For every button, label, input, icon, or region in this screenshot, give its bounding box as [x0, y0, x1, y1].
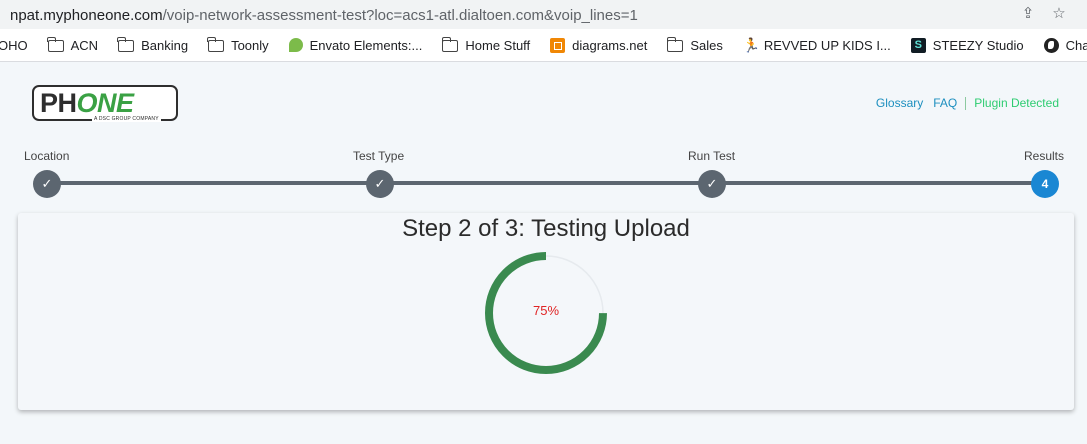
folder-icon: [441, 37, 459, 52]
phone-logo[interactable]: PHONE A DSC GROUP COMPANY: [32, 85, 178, 122]
glossary-link[interactable]: Glossary: [876, 96, 923, 110]
bookmark-acn[interactable]: ACN: [47, 37, 99, 53]
star-icon[interactable]: ☆: [1050, 5, 1068, 23]
bookmark-charitynet[interactable]: CharityNet US: [1043, 37, 1087, 53]
step-dot-test-type[interactable]: ✓: [366, 170, 394, 198]
test-step-title: Step 2 of 3: Testing Upload: [402, 215, 690, 242]
logo-wordmark: PHONE: [40, 88, 134, 118]
bookmark-label: Home Stuff: [465, 37, 531, 53]
bookmark-label: diagrams.net: [572, 37, 648, 53]
header-links: Glossary FAQ Plugin Detected: [866, 96, 1059, 110]
step-label-run-test: Run Test: [688, 149, 736, 163]
folder-icon: [207, 37, 225, 52]
folder-icon: [666, 37, 684, 52]
step-dot-location[interactable]: ✓: [33, 170, 61, 198]
test-progress-card: Step 2 of 3: Testing Upload 75%: [18, 213, 1074, 410]
url-path: /voip-network-assessment-test?loc=acs1-a…: [162, 7, 638, 24]
check-icon: ✓: [374, 176, 386, 191]
step-number: 4: [1041, 177, 1049, 191]
diagrams-icon: [550, 37, 566, 53]
url-host: npat.myphoneone.com: [10, 7, 163, 24]
check-icon: ✓: [706, 176, 718, 191]
folder-icon: [117, 37, 135, 52]
logo-ph: PH: [40, 88, 77, 118]
bookmarks-bar: OHO ACN Banking Toonly Envato Elements:.…: [0, 29, 1087, 62]
bookmark-label: REVVED UP KIDS I...: [763, 37, 891, 53]
bookmark-label: Sales: [690, 37, 723, 53]
page-content: PHONE A DSC GROUP COMPANY Glossary FAQ P…: [0, 63, 1087, 444]
bookmark-envato[interactable]: Envato Elements:...: [288, 37, 423, 53]
link-divider: [965, 96, 967, 110]
bookmark-diagrams[interactable]: diagrams.net: [550, 37, 648, 53]
step-dot-run-test[interactable]: ✓: [698, 170, 726, 198]
share-icon[interactable]: ⇪: [1019, 5, 1037, 23]
logo-one: ONE: [76, 88, 135, 118]
bookmark-home-stuff[interactable]: Home Stuff: [441, 37, 531, 53]
bookmark-banking[interactable]: Banking: [117, 37, 189, 53]
bookmark-revved-up-kids[interactable]: 🏃 REVVED UP KIDS I...: [743, 37, 891, 53]
bookmark-steezy[interactable]: S STEEZY Studio: [910, 37, 1024, 53]
step-label-results: Results: [1024, 149, 1065, 163]
runner-icon: 🏃: [742, 37, 761, 53]
check-icon: ✓: [41, 176, 53, 191]
step-label-test-type: Test Type: [353, 149, 405, 163]
bookmark-label: OHO: [0, 37, 28, 53]
logo-tagline: A DSC GROUP COMPANY: [92, 116, 161, 122]
plugin-status: Plugin Detected: [974, 96, 1059, 110]
progress-percent-label: 75%: [532, 303, 560, 318]
step-label-location: Location: [24, 149, 70, 163]
bookmark-sales[interactable]: Sales: [666, 37, 723, 53]
stepper-track: [47, 181, 1045, 185]
step-dot-results[interactable]: 4: [1031, 170, 1059, 198]
url-text: npat.myphoneone.com/voip-network-assessm…: [10, 7, 638, 24]
bookmark-label: Banking: [141, 37, 189, 53]
url-field[interactable]: npat.myphoneone.com/voip-network-assessm…: [0, 1, 1087, 28]
bookmark-label: STEEZY Studio: [932, 37, 1024, 53]
folder-icon: [47, 37, 64, 52]
progress-stepper: Location Test Type Run Test Results ✓ ✓ …: [0, 149, 1087, 199]
browser-address-bar: npat.myphoneone.com/voip-network-assessm…: [0, 0, 1087, 29]
bookmark-label: Envato Elements:...: [309, 37, 423, 53]
envato-leaf-icon: [288, 38, 303, 52]
steezy-icon: S: [910, 37, 926, 53]
bookmark-oho[interactable]: OHO: [0, 38, 28, 53]
globe-icon: [1043, 37, 1059, 53]
bookmark-label: Toonly: [231, 37, 269, 53]
bookmark-toonly[interactable]: Toonly: [207, 37, 269, 53]
bookmark-label: ACN: [70, 37, 99, 53]
faq-link[interactable]: FAQ: [933, 96, 957, 110]
bookmark-label: CharityNet US: [1065, 37, 1087, 53]
